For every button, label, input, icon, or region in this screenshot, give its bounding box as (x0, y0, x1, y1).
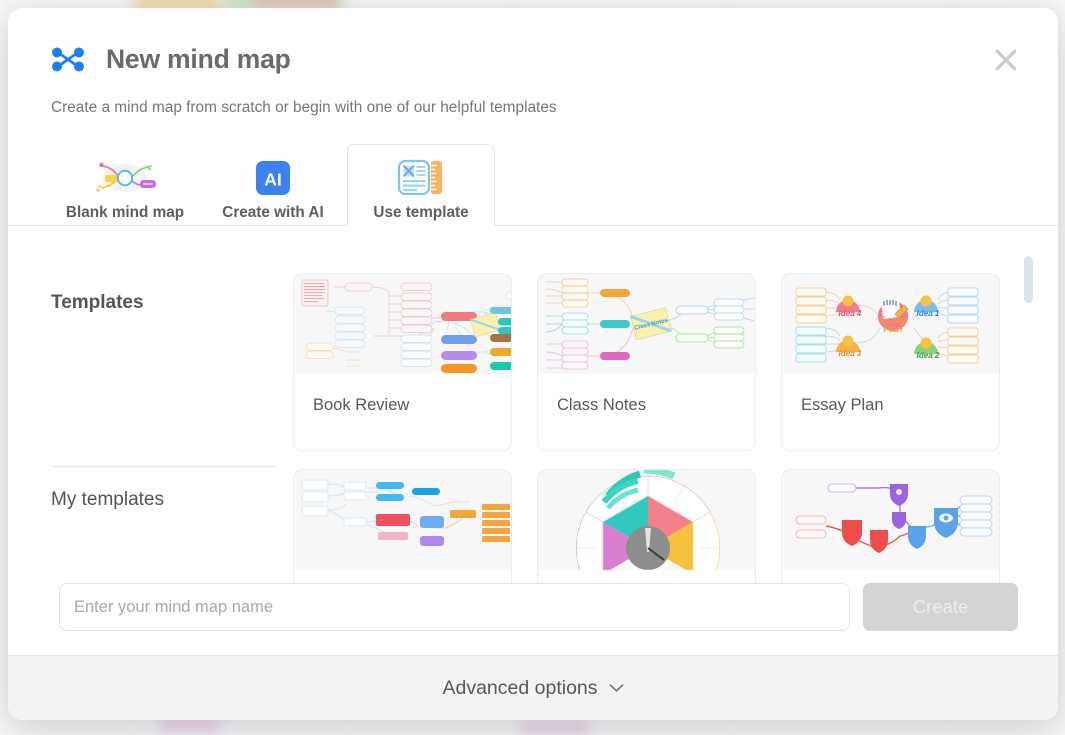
svg-text:AI: AI (264, 170, 282, 190)
template-card[interactable] (537, 469, 756, 583)
shield-network-map (782, 470, 999, 570)
template-card-name (538, 570, 755, 583)
template-card-name (294, 570, 511, 583)
svg-text:Plan: Plan (883, 324, 903, 334)
create-button[interactable]: Create (863, 583, 1018, 631)
tab-bar-divider (8, 225, 1058, 226)
template-card[interactable] (781, 469, 1000, 583)
book-review-map (294, 274, 511, 374)
template-card[interactable]: Book Review (293, 273, 512, 451)
mind-map-name-input[interactable] (59, 583, 850, 631)
template-card-name (782, 570, 999, 583)
essay-plan-map: Idea 4 Idea 3 Idea 1 Idea 2 Essay Plan (782, 274, 999, 374)
template-card[interactable]: Idea 4 Idea 3 Idea 1 Idea 2 Essay Plan E… (781, 273, 1000, 451)
templates-heading: Templates (51, 292, 144, 313)
my-templates-heading: My templates (51, 489, 164, 510)
dialog-subtitle: Create a mind map from scratch or begin … (51, 99, 557, 116)
mindmap-sketch-icon (89, 156, 161, 200)
svg-text:Idea 4: Idea 4 (839, 309, 862, 318)
dialog-header: New mind map Create a mind map from scra… (8, 8, 1058, 117)
templates-scrollbar[interactable] (1024, 244, 1033, 583)
tab-label: Create with AI (222, 204, 324, 221)
template-row (293, 469, 1058, 583)
ai-badge-icon: AI (255, 156, 291, 200)
tab-create-with-ai[interactable]: AI Create with AI (199, 144, 347, 226)
svg-text:Idea 1: Idea 1 (917, 309, 940, 318)
dialog-footer: Advanced options (8, 655, 1058, 720)
tab-label: Blank mind map (65, 204, 185, 221)
tab-bar: Blank mind map AI Create with AI Use tem… (8, 144, 1058, 226)
page-title: New mind map (106, 44, 291, 74)
template-card[interactable] (293, 469, 512, 583)
template-card-name: Book Review (313, 396, 410, 414)
template-card-name: Essay Plan (801, 396, 884, 414)
orange-blue-map (294, 470, 511, 570)
template-ruler-icon (397, 156, 445, 200)
template-card-name: Class Notes (557, 396, 646, 414)
svg-text:Idea 2: Idea 2 (917, 351, 940, 360)
template-row: Book Review Class Notes Class Notes Idea… (293, 273, 1058, 451)
mindmap-icon (52, 47, 84, 72)
template-grid: Book Review Class Notes Class Notes Idea… (293, 226, 1058, 583)
advanced-options-label: Advanced options (442, 676, 598, 699)
class-notes-map: Class Notes (538, 274, 755, 374)
template-card[interactable]: Class Notes Class Notes (537, 273, 756, 451)
new-mind-map-dialog: New mind map Create a mind map from scra… (8, 8, 1058, 720)
templates-section: Templates My templates Book Review Class… (51, 226, 1058, 583)
chevron-down-icon (609, 684, 623, 692)
radial-wheel-map (538, 470, 755, 570)
section-labels: Templates My templates (51, 226, 293, 511)
svg-text:Idea 3: Idea 3 (839, 349, 862, 358)
tab-label: Use template (373, 204, 469, 221)
tab-use-template[interactable]: Use template (347, 144, 495, 226)
advanced-options-toggle[interactable]: Advanced options (442, 677, 623, 700)
name-and-create-row: Create (8, 583, 1058, 655)
dialog-body: Templates My templates Book Review Class… (8, 226, 1058, 583)
close-icon[interactable] (991, 45, 1021, 75)
scrollbar-thumb[interactable] (1024, 256, 1033, 303)
tab-blank-mind-map[interactable]: Blank mind map (51, 144, 199, 226)
